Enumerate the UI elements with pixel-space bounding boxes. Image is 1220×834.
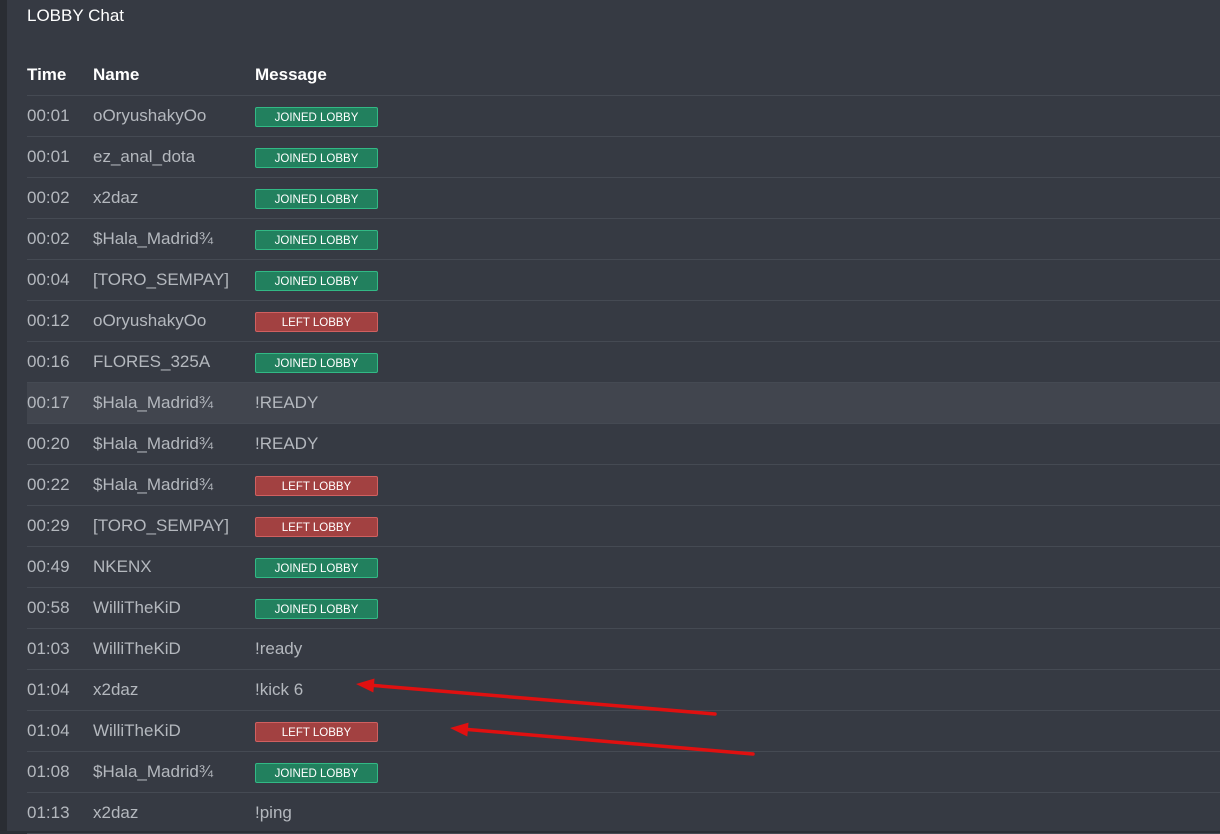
chat-row[interactable]: 00:04 [TORO_SEMPAY] JOINED LOBBY (27, 259, 1220, 301)
row-time: 00:58 (27, 587, 93, 629)
chat-row[interactable]: 00:02 x2daz JOINED LOBBY (27, 177, 1220, 219)
row-time: 01:04 (27, 669, 93, 711)
row-time: 00:22 (27, 464, 93, 506)
chat-row[interactable]: 01:04 WilliTheKiD LEFT LOBBY (27, 710, 1220, 752)
name-column-header[interactable]: Name (93, 55, 255, 96)
row-time: 00:04 (27, 259, 93, 301)
row-time: 00:20 (27, 423, 93, 465)
chat-row[interactable]: 01:08 $Hala_Madrid¾ JOINED LOBBY (27, 751, 1220, 793)
chat-row[interactable]: 01:04 x2daz !kick 6 (27, 669, 1220, 711)
row-time: 01:13 (27, 792, 93, 834)
message-column-header[interactable]: Message (255, 55, 1220, 96)
row-message: JOINED LOBBY (255, 341, 1220, 383)
chat-row[interactable]: 00:17 $Hala_Madrid¾ !READY (27, 382, 1220, 424)
row-player-name[interactable]: oOryushakyOo (93, 95, 255, 137)
chat-row[interactable]: 00:01 ez_anal_dota JOINED LOBBY (27, 136, 1220, 178)
chat-row[interactable]: 00:22 $Hala_Madrid¾ LEFT LOBBY (27, 464, 1220, 506)
row-player-name[interactable]: $Hala_Madrid¾ (93, 218, 255, 260)
row-player-name[interactable]: WilliTheKiD (93, 628, 255, 670)
left-lobby-badge: LEFT LOBBY (255, 311, 378, 332)
row-message: LEFT LOBBY (255, 505, 1220, 547)
row-time: 00:29 (27, 505, 93, 547)
chat-row[interactable]: 00:16 FLORES_325A JOINED LOBBY (27, 341, 1220, 383)
row-player-name[interactable]: WilliTheKiD (93, 710, 255, 752)
chat-row[interactable]: 00:29 [TORO_SEMPAY] LEFT LOBBY (27, 505, 1220, 547)
joined-lobby-badge: JOINED LOBBY (255, 106, 378, 127)
row-player-name[interactable]: $Hala_Madrid¾ (93, 464, 255, 506)
chat-row[interactable]: 01:03 WilliTheKiD !ready (27, 628, 1220, 670)
row-time: 01:03 (27, 628, 93, 670)
chat-row[interactable]: 01:13 x2daz !ping (27, 792, 1220, 834)
row-message: JOINED LOBBY (255, 95, 1220, 137)
row-message: !ready (255, 628, 1220, 670)
left-edge-bar (0, 0, 7, 831)
message-text: !READY (255, 393, 319, 412)
row-message: LEFT LOBBY (255, 464, 1220, 506)
chat-row[interactable]: 00:02 $Hala_Madrid¾ JOINED LOBBY (27, 218, 1220, 260)
chat-row[interactable]: 00:58 WilliTheKiD JOINED LOBBY (27, 587, 1220, 629)
row-player-name[interactable]: x2daz (93, 669, 255, 711)
row-time: 01:04 (27, 710, 93, 752)
chat-rows: 00:01 oOryushakyOo JOINED LOBBY 00:01 ez_ana… (27, 95, 1220, 834)
row-message: JOINED LOBBY (255, 587, 1220, 629)
row-player-name[interactable]: [TORO_SEMPAY] (93, 505, 255, 547)
row-message: LEFT LOBBY (255, 710, 1220, 752)
row-time: 00:01 (27, 136, 93, 178)
row-time: 00:12 (27, 300, 93, 342)
chat-row[interactable]: 00:01 oOryushakyOo JOINED LOBBY (27, 95, 1220, 137)
joined-lobby-badge: JOINED LOBBY (255, 270, 378, 291)
left-lobby-badge: LEFT LOBBY (255, 721, 378, 742)
row-player-name[interactable]: WilliTheKiD (93, 587, 255, 629)
row-player-name[interactable]: [TORO_SEMPAY] (93, 259, 255, 301)
row-time: 01:08 (27, 751, 93, 793)
row-time: 00:16 (27, 341, 93, 383)
row-player-name[interactable]: $Hala_Madrid¾ (93, 382, 255, 424)
message-text: !kick 6 (255, 680, 304, 699)
message-text: !ping (255, 803, 292, 822)
row-player-name[interactable]: $Hala_Madrid¾ (93, 751, 255, 793)
row-message: !READY (255, 423, 1220, 465)
row-player-name[interactable]: FLORES_325A (93, 341, 255, 383)
row-message: JOINED LOBBY (255, 177, 1220, 219)
row-message: JOINED LOBBY (255, 751, 1220, 793)
row-message: JOINED LOBBY (255, 259, 1220, 301)
row-player-name[interactable]: NKENX (93, 546, 255, 588)
row-player-name[interactable]: $Hala_Madrid¾ (93, 423, 255, 465)
header-row: Time Name Message (27, 55, 1220, 96)
row-message: JOINED LOBBY (255, 136, 1220, 178)
joined-lobby-badge: JOINED LOBBY (255, 229, 378, 250)
row-message: JOINED LOBBY (255, 546, 1220, 588)
row-player-name[interactable]: x2daz (93, 177, 255, 219)
lobby-chat-panel: LOBBY Chat Time Name Message 00:01 oOryus… (7, 0, 1220, 834)
row-player-name[interactable]: ez_anal_dota (93, 136, 255, 178)
row-player-name[interactable]: oOryushakyOo (93, 300, 255, 342)
left-lobby-badge: LEFT LOBBY (255, 475, 378, 496)
chat-table: Time Name Message 00:01 oOryushakyOo JOINE… (27, 55, 1220, 834)
time-column-header[interactable]: Time (27, 55, 93, 96)
chat-row[interactable]: 00:20 $Hala_Madrid¾ !READY (27, 423, 1220, 465)
row-time: 00:01 (27, 95, 93, 137)
joined-lobby-badge: JOINED LOBBY (255, 598, 378, 619)
left-lobby-badge: LEFT LOBBY (255, 516, 378, 537)
chat-row[interactable]: 00:49 NKENX JOINED LOBBY (27, 546, 1220, 588)
joined-lobby-badge: JOINED LOBBY (255, 147, 378, 168)
joined-lobby-badge: JOINED LOBBY (255, 352, 378, 373)
row-message: LEFT LOBBY (255, 300, 1220, 342)
joined-lobby-badge: JOINED LOBBY (255, 557, 378, 578)
panel-title: LOBBY Chat (27, 6, 125, 25)
row-message: JOINED LOBBY (255, 218, 1220, 260)
row-player-name[interactable]: x2daz (93, 792, 255, 834)
row-message: !ping (255, 792, 1220, 834)
chat-row[interactable]: 00:12 oOryushakyOo LEFT LOBBY (27, 300, 1220, 342)
row-time: 00:49 (27, 546, 93, 588)
joined-lobby-badge: JOINED LOBBY (255, 188, 378, 209)
row-message: !READY (255, 382, 1220, 424)
joined-lobby-badge: JOINED LOBBY (255, 762, 378, 783)
row-time: 00:17 (27, 382, 93, 424)
row-message: !kick 6 (255, 669, 1220, 711)
message-text: !ready (255, 639, 303, 658)
row-time: 00:02 (27, 218, 93, 260)
message-text: !READY (255, 434, 319, 453)
row-time: 00:02 (27, 177, 93, 219)
